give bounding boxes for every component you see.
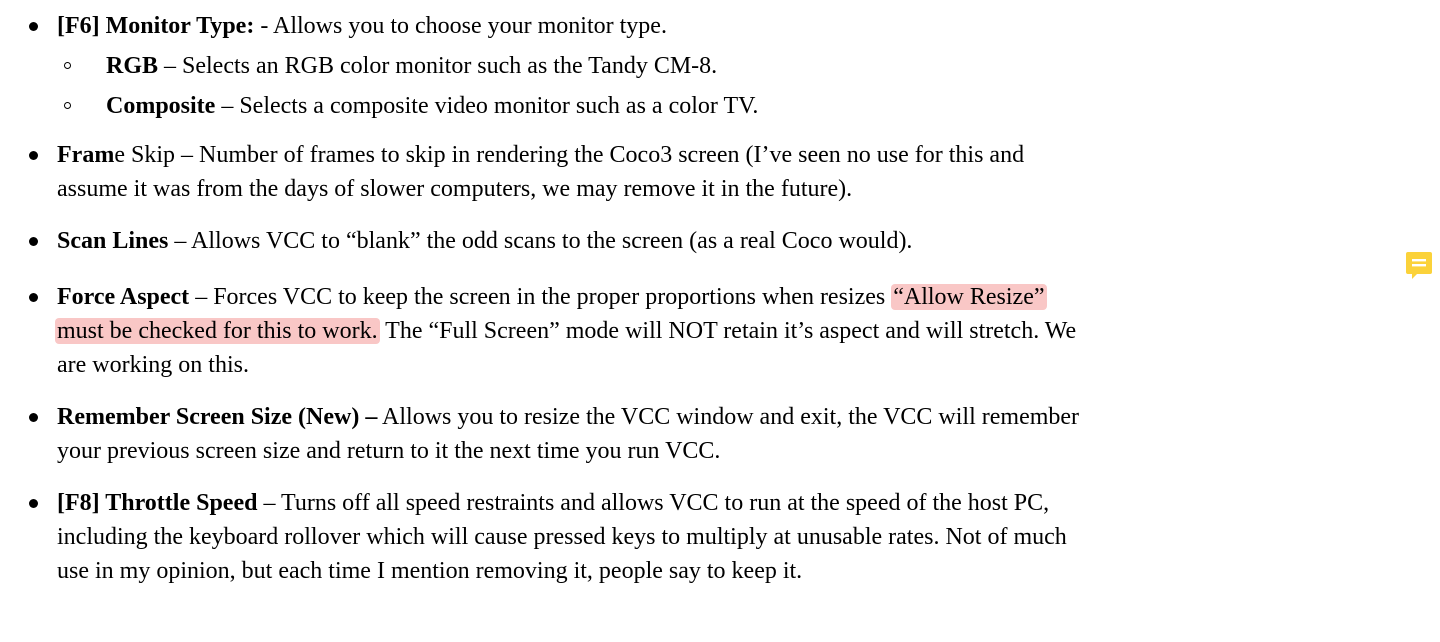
term-remember-size: Remember Screen Size (New) – bbox=[57, 404, 378, 430]
sub-bullet-icon bbox=[64, 102, 71, 109]
list-item-force-aspect: Force Aspect – Forces VCC to keep the sc… bbox=[57, 283, 1047, 311]
desc-remember-size-cont: your previous screen size and return to … bbox=[57, 438, 721, 464]
list-item-remember-size-cont: your previous screen size and return to … bbox=[57, 437, 720, 465]
bullet-icon bbox=[29, 237, 38, 246]
desc-composite: – Selects a composite video monitor such… bbox=[215, 93, 759, 119]
list-item-throttle-speed-cont: including the keyboard rollover which wi… bbox=[57, 523, 1067, 551]
desc-frame-skip: e Skip – Number of frames to skip in ren… bbox=[114, 142, 1025, 168]
list-item-frame-skip-cont: assume it was from the days of slower co… bbox=[57, 175, 852, 203]
list-item-remember-size: Remember Screen Size (New) – Allows you … bbox=[57, 403, 1079, 431]
term-force-aspect: Force Aspect bbox=[57, 284, 190, 310]
term-rgb: RGB bbox=[106, 53, 159, 79]
sub-item-composite: Composite – Selects a composite video mo… bbox=[106, 92, 758, 120]
desc-force-aspect: – Forces VCC to keep the screen in the p… bbox=[189, 284, 892, 310]
desc-rgb: – Selects an RGB color monitor such as t… bbox=[158, 53, 718, 79]
bullet-icon bbox=[29, 293, 38, 302]
desc-remember-size: Allows you to resize the VCC window and … bbox=[377, 404, 1080, 430]
term-composite: Composite bbox=[106, 93, 216, 119]
sub-bullet-icon bbox=[64, 62, 71, 69]
desc-monitor-type: - Allows you to choose your monitor type… bbox=[254, 13, 667, 39]
list-item-force-aspect-cont: must be checked for this to work. The “F… bbox=[55, 317, 1076, 345]
list-item-scan-lines: Scan Lines – Allows VCC to “blank” the o… bbox=[57, 227, 912, 255]
list-item-frame-skip: Frame Skip – Number of frames to skip in… bbox=[57, 141, 1024, 169]
term-frame: Fram bbox=[57, 142, 115, 168]
term-monitor-type: [F6] Monitor Type: bbox=[57, 13, 255, 39]
desc-throttle-speed-cont2: use in my opinion, but each time I menti… bbox=[57, 558, 803, 584]
term-scan-lines: Scan Lines bbox=[57, 228, 169, 254]
desc-throttle-speed: – Turns off all speed restraints and all… bbox=[257, 490, 1050, 516]
highlighted-text[interactable]: “Allow Resize” bbox=[891, 284, 1047, 310]
list-item-force-aspect-cont2: are working on this. bbox=[57, 351, 249, 379]
desc-frame-skip-cont: assume it was from the days of slower co… bbox=[57, 176, 853, 202]
desc-throttle-speed-cont: including the keyboard rollover which wi… bbox=[57, 524, 1067, 550]
document-page: [F6] Monitor Type: - Allows you to choos… bbox=[0, 0, 1440, 642]
bullet-icon bbox=[29, 499, 38, 508]
sub-item-rgb: RGB – Selects an RGB color monitor such … bbox=[106, 52, 717, 80]
highlighted-text-cont[interactable]: must be checked for this to work. bbox=[55, 318, 380, 344]
comment-icon[interactable] bbox=[1404, 250, 1434, 280]
list-item-throttle-speed-cont2: use in my opinion, but each time I menti… bbox=[57, 557, 802, 585]
desc-force-aspect-cont2: are working on this. bbox=[57, 352, 249, 378]
bullet-icon bbox=[29, 413, 38, 422]
term-throttle-speed: [F8] Throttle Speed bbox=[57, 490, 258, 516]
list-item-monitor-type: [F6] Monitor Type: - Allows you to choos… bbox=[57, 12, 667, 40]
list-item-throttle-speed: [F8] Throttle Speed – Turns off all spee… bbox=[57, 489, 1049, 517]
desc-force-aspect-cont: The “Full Screen” mode will NOT retain i… bbox=[379, 318, 1077, 344]
bullet-icon bbox=[29, 22, 38, 31]
bullet-icon bbox=[29, 151, 38, 160]
desc-scan-lines: – Allows VCC to “blank” the odd scans to… bbox=[168, 228, 913, 254]
